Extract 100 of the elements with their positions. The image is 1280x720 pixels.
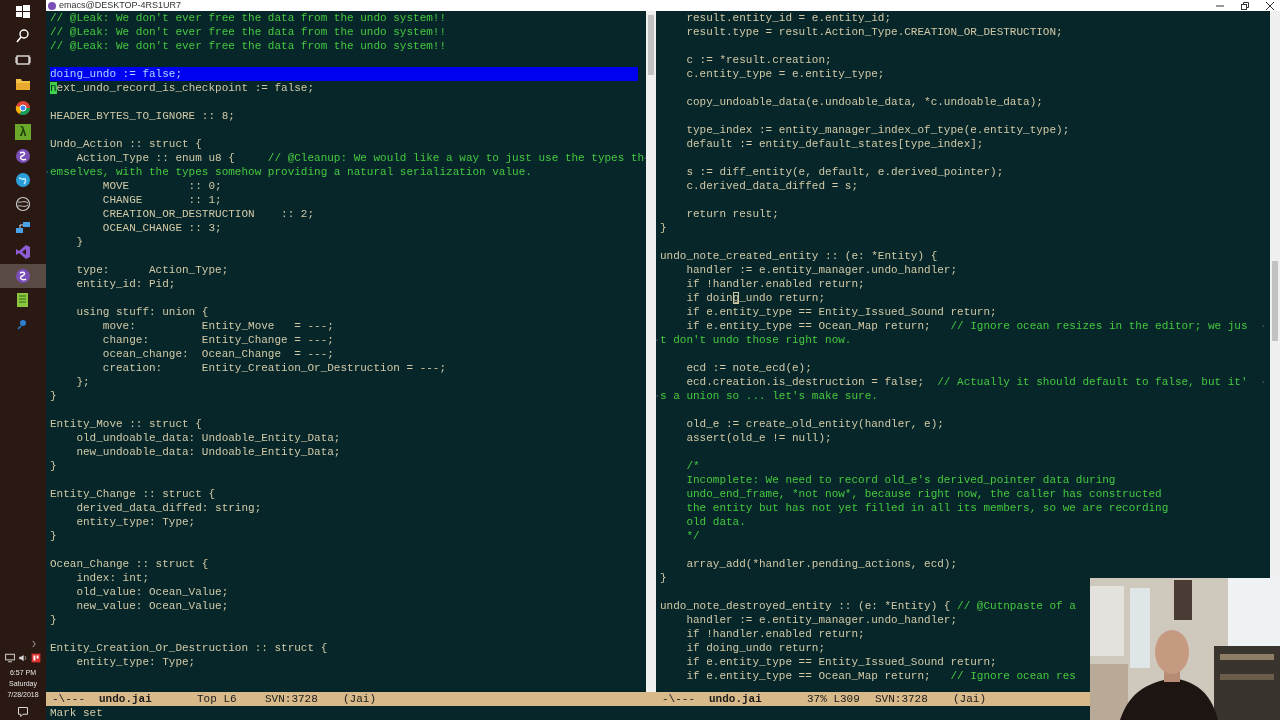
code-line: if e.entity_type == Entity_Issued_Sound return;: [685, 305, 998, 319]
code-line: ocean_change: Ocean_Change = ---;: [101, 347, 335, 361]
task-view-icon[interactable]: [15, 52, 31, 68]
code-line: old_value: Ocean_Value;: [75, 585, 230, 599]
code-line: if e.entity_type == Ocean_Map return; // Ignore ocean resizes in the editor; we jus: [685, 319, 1249, 333]
globe-icon[interactable]: [15, 172, 31, 188]
buffer-name: undo.jai: [709, 692, 763, 706]
comment-line: the entity but has not yet filled in all its members, so we are recording: [685, 501, 1170, 515]
buffer-name: undo.jai: [99, 692, 153, 706]
code-line: return result;: [685, 207, 780, 221]
mode-line-status: -\---: [52, 692, 86, 706]
code-line: s := diff_entity(e, default, e.derived_pointer);: [685, 165, 1005, 179]
taskbar-button[interactable]: λ: [0, 120, 46, 144]
comment-line: t don't undo those right now.: [660, 333, 853, 347]
app-tray-icon[interactable]: [31, 653, 41, 663]
code-line: array_add(*handler.pending_actions, ecd);: [685, 557, 959, 571]
code-line: OCEAN_CHANGE :: 3;: [101, 221, 223, 235]
code-line: change: Entity_Change = ---;: [101, 333, 335, 347]
code-line: };: [75, 375, 91, 389]
code-line: default := entity_default_states[type_index];: [685, 137, 985, 151]
code-line: HEADER_BYTES_TO_IGNORE :: 8;: [50, 109, 236, 123]
code-line: Entity_Creation_Or_Destruction :: struct {: [50, 641, 329, 655]
code-line: if e.entity_type == Ocean_Map return; // Ignore ocean res: [685, 669, 1077, 683]
code-line: ecd.creation.is_destruction = false; // Actually it should default to false, but it': [685, 375, 1249, 389]
wrap-arrow-icon: [656, 393, 660, 399]
scrollbar[interactable]: [1270, 11, 1280, 578]
wrap-arrow-icon: [46, 169, 50, 175]
comment-line: */: [685, 529, 701, 543]
code-line: CREATION_OR_DESTRUCTION :: 2;: [101, 207, 316, 221]
code-line: type: Action_Type;: [75, 263, 230, 277]
chevron-icon[interactable]: [29, 639, 39, 649]
code-line: MOVE :: 0;: [101, 179, 223, 193]
comment-line: s a union so ... let's make sure.: [660, 389, 879, 403]
scrollbar-thumb[interactable]: [648, 15, 654, 75]
comment-line: old data.: [685, 515, 747, 529]
scrollbar[interactable]: [646, 11, 656, 692]
cursor-position: 37% L309: [807, 692, 861, 706]
code-line: undo_note_created_entity :: (e: *Entity) {: [660, 249, 939, 263]
comment-line: undo_end_frame, *not now*, because right now, the caller has constructed: [685, 487, 1163, 501]
code-line: if e.entity_type == Entity_Issued_Sound return;: [685, 655, 998, 669]
circle-icon[interactable]: [15, 196, 31, 212]
start-icon[interactable]: [15, 4, 31, 20]
wrap-arrow-icon: [656, 337, 660, 343]
code-line: undo_note_destroyed_entity :: (e: *Entity) { // @Cutnpaste of a: [660, 599, 1077, 613]
code-line: old_e := create_old_entity(handler, e);: [685, 417, 945, 431]
code-line: }: [50, 459, 58, 473]
window-title: emacs@DESKTOP-4RS1UR7: [59, 0, 181, 11]
search-icon[interactable]: [15, 28, 31, 44]
minibuffer-message: Mark set: [50, 706, 103, 720]
code-line: entity_id: Pid;: [75, 277, 177, 291]
code-line: derived_data_diffed: string;: [75, 501, 263, 515]
code-line: Undo_Action :: struct {: [50, 137, 203, 151]
comment-line: /*: [685, 459, 701, 473]
code-line: Entity_Change :: struct {: [50, 487, 217, 501]
code-line: old_undoable_data: Undoable_Entity_Data;: [75, 431, 342, 445]
swirl-logo-icon[interactable]: [15, 148, 31, 164]
scrollbar-thumb[interactable]: [1272, 261, 1278, 341]
monitor-icon[interactable]: [5, 653, 15, 663]
comment-line: // @Leak: We don't ever free the data from the undo system!!: [50, 11, 448, 25]
code-line: move: Entity_Move = ---;: [101, 319, 335, 333]
mode-line-status: -\---: [662, 692, 696, 706]
spreadsheet-icon[interactable]: [15, 292, 31, 308]
swirl-logo-icon[interactable]: [15, 268, 31, 284]
code-line: c := *result.creation;: [685, 53, 833, 67]
code-line: if !handler.enabled return;: [685, 277, 866, 291]
code-line: Action_Type :: enum u8 { // @Cleanup: We would like a way to just use the types th: [75, 151, 645, 165]
code-line: }: [660, 221, 668, 235]
restore-icon[interactable]: [1241, 1, 1249, 10]
version-control: SVN:3728: [875, 692, 953, 706]
network-icon[interactable]: [15, 220, 31, 236]
code-line: }: [50, 389, 58, 403]
code-line: creation: Entity_Creation_Or_Destruction = ---;: [101, 361, 448, 375]
code-line: handler := e.entity_manager.undo_handler;: [685, 263, 959, 277]
browser-icon[interactable]: [15, 100, 31, 116]
code-line: }: [50, 529, 58, 543]
code-line: type_index := entity_manager_index_of_type(e.entity_type);: [685, 123, 1071, 137]
major-mode: (Jai): [343, 692, 376, 706]
code-line: assert(old_e != null);: [685, 431, 833, 445]
code-line: new_undoable_data: Undoable_Entity_Data;: [75, 445, 342, 459]
code-line: if !handler.enabled return;: [685, 627, 866, 641]
code-line: index: int;: [75, 571, 151, 585]
code-line: }: [50, 613, 58, 627]
code-line: result.entity_id = e.entity_id;: [685, 11, 893, 25]
code-line: using stuff: union {: [75, 305, 210, 319]
speaker-icon[interactable]: [18, 653, 28, 663]
code-line: Entity_Move :: struct {: [50, 417, 203, 431]
comment-line: Incomplete: We need to record old_e's derived_pointer data during: [685, 473, 1117, 487]
code-line: entity_type: Type;: [75, 655, 197, 669]
cursor-position: Top L6: [197, 692, 238, 706]
code-line: c.derived_data_diffed = s;: [685, 179, 860, 193]
lambda-icon[interactable]: λ: [15, 124, 31, 140]
major-mode: (Jai): [953, 692, 986, 706]
code-line: }: [75, 235, 84, 249]
code-line: handler := e.entity_manager.undo_handler;: [685, 613, 959, 627]
notification-icon[interactable]: [17, 706, 29, 718]
code-line: ecd := note_ecd(e);: [685, 361, 813, 375]
ribbon-logo-icon[interactable]: [15, 244, 31, 260]
code-line: copy_undoable_data(e.undoable_data, *c.undoable_data);: [685, 95, 1044, 109]
folder-icon[interactable]: [15, 76, 31, 92]
close-icon[interactable]: [1266, 1, 1274, 10]
